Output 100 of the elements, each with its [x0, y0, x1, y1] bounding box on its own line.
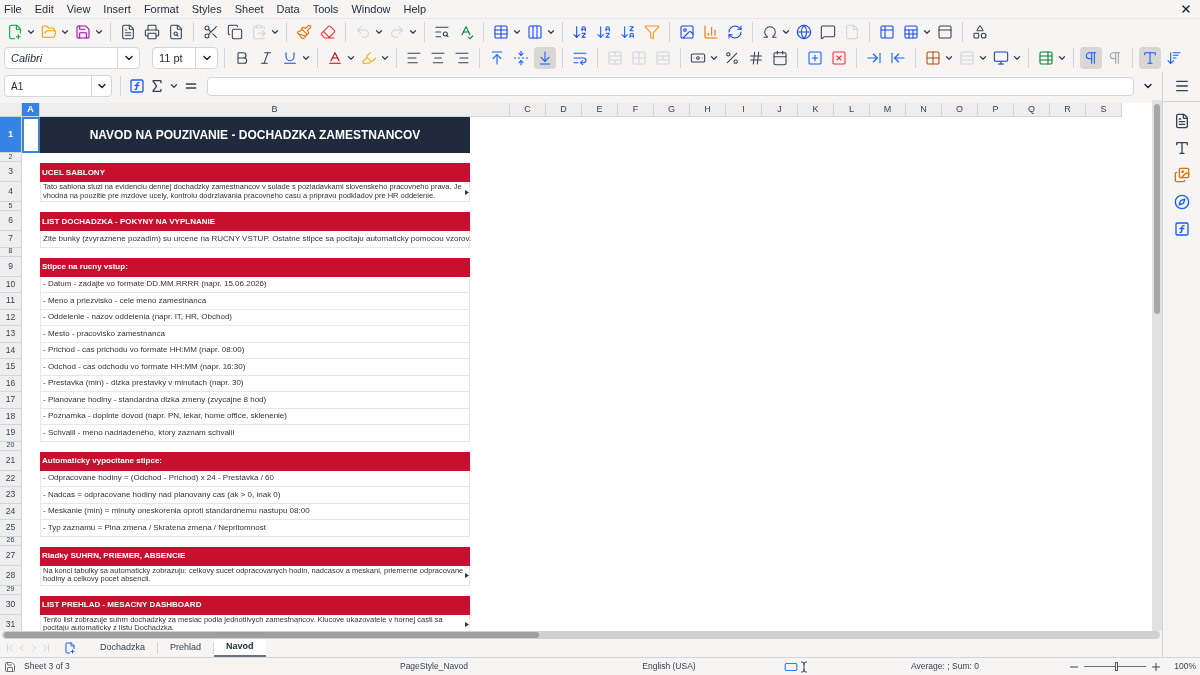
vertical-scrollbar[interactable]	[1152, 100, 1162, 631]
zoom-in-icon[interactable]	[1150, 660, 1163, 673]
row-header[interactable]: 30	[0, 594, 22, 615]
column-header[interactable]: B	[40, 103, 510, 117]
row-header[interactable]: 28	[0, 565, 22, 586]
row-header[interactable]: 6	[0, 211, 22, 231]
row-header[interactable]: 1	[0, 117, 22, 153]
font-size-field[interactable]: 11 pt	[152, 47, 218, 69]
menu-item[interactable]: Styles	[191, 0, 222, 18]
table-cell: - Planovane hodiny - standardna dlzka zmeny (zvycajne 8 hod)	[40, 392, 470, 409]
horizontal-scrollbar[interactable]	[2, 631, 1160, 639]
menu-item[interactable]: View	[66, 0, 91, 18]
pilcrow-icon[interactable]	[1080, 47, 1102, 69]
table-cell: - Schvalil - meno nadriadeného, ktory zaznam schvalil	[40, 425, 470, 442]
column-header[interactable]: H	[690, 103, 726, 117]
section-header-cell: Stlpce na rucny vstup:	[40, 256, 470, 277]
section-header-cell: Riadky SUHRN, PRIEMER, ABSENCIE	[40, 545, 470, 566]
sigma-icon[interactable]	[149, 78, 165, 94]
menu-item[interactable]: Window	[351, 0, 391, 18]
align-bottom-icon[interactable]	[534, 47, 556, 69]
caret-icon[interactable]	[301, 53, 311, 63]
scrollbar-thumb[interactable]	[1154, 104, 1160, 314]
row-header[interactable]: 9	[0, 256, 22, 277]
column-header[interactable]: S	[1086, 103, 1122, 117]
row-header[interactable]: 17	[0, 392, 22, 409]
section-header-cell: LIST DOCHADZKA - POKYNY NA VYPLNANIE	[40, 211, 470, 231]
column-header[interactable]: Q	[1014, 103, 1050, 117]
column-header[interactable]: J	[762, 103, 798, 117]
name-box[interactable]: A1	[4, 75, 112, 97]
sum-display: Average: ; Sum: 0	[910, 660, 980, 673]
table-cell: - Mesto - pracovisko zamestnanca	[40, 326, 470, 343]
table-cell: Zlte bunky (zvyraznene pozadim) su urcene na RUCNY VSTUP. Ostatne stlpce sa pocitaju automaticky pomocou vzorov.	[40, 231, 470, 248]
column-header[interactable]: C	[510, 103, 546, 117]
caret-icon[interactable]	[978, 53, 988, 63]
section-header-cell: LIST PREHLAD - MESACNY DASHBOARD	[40, 594, 470, 615]
sheet-tab[interactable]: Navod	[214, 639, 266, 657]
column-header[interactable]: R	[1050, 103, 1086, 117]
column-header[interactable]: N	[906, 103, 942, 117]
column-header[interactable]: E	[582, 103, 618, 117]
close-icon[interactable]	[1180, 3, 1192, 15]
caret-icon[interactable]	[1012, 53, 1022, 63]
zoom-thumb[interactable]	[1115, 662, 1119, 671]
functions-icon[interactable]	[1173, 221, 1190, 237]
table-cell: - Meno a priezvisko - cele meno zamestnanca	[40, 293, 470, 310]
section-header-cell: Automaticky vypocitane stlpce:	[40, 450, 470, 471]
zoom-percent: 100%	[1174, 660, 1196, 673]
column-header[interactable]: M	[870, 103, 906, 117]
function-wizard-icon[interactable]	[129, 78, 145, 94]
row-header[interactable]: 21	[0, 450, 22, 471]
menu-item[interactable]: Data	[276, 0, 300, 18]
text-direction-icon[interactable]	[1139, 47, 1161, 69]
row-header[interactable]: 19	[0, 425, 22, 442]
column-header[interactable]: L	[834, 103, 870, 117]
formula-input[interactable]	[207, 76, 1134, 96]
styles-icon[interactable]	[1173, 140, 1190, 156]
page-style: PageStyle_Navod	[398, 660, 469, 673]
column-header[interactable]: P	[978, 103, 1014, 117]
font-name-field[interactable]: Calibri	[4, 47, 140, 69]
caret-icon[interactable]	[380, 53, 390, 63]
sheet-tab[interactable]: Dochadzka	[88, 639, 158, 657]
properties-icon[interactable]	[1173, 113, 1190, 129]
menu-item[interactable]: File	[4, 0, 22, 18]
row-header[interactable]: 3	[0, 162, 22, 182]
caret-icon[interactable]	[169, 81, 179, 91]
table-cell: - Odchod - cas odchodu vo formate HH:MM (napr. 16:30)	[40, 359, 470, 376]
menu-icon[interactable]	[1173, 78, 1190, 94]
caret-icon[interactable]	[944, 53, 954, 63]
menu-item[interactable]: Insert	[103, 0, 131, 18]
caret-icon[interactable]	[1057, 53, 1067, 63]
column-header[interactable]: D	[546, 103, 582, 117]
language: English (USA)	[641, 660, 697, 673]
menu-item[interactable]: Help	[403, 0, 427, 18]
menu-item[interactable]: Sheet	[234, 0, 264, 18]
table-cell: - Poznamka - doplnte dovod (napr. PN, lekar, home office, sklenenie)	[40, 408, 470, 425]
row-header[interactable]: 25	[0, 520, 22, 537]
table-cell: - Meskanie (min) = minuty oneskorenia oproti standardnemu nastupu 08:00	[40, 503, 470, 520]
menu-item[interactable]: Tools	[312, 0, 339, 18]
add-sheet-icon[interactable]	[64, 642, 76, 654]
row-header[interactable]: 4	[0, 182, 22, 202]
row-header[interactable]: 7	[0, 231, 22, 248]
caret-icon[interactable]	[346, 53, 356, 63]
column-header[interactable]: O	[942, 103, 978, 117]
menu-item[interactable]: Edit	[34, 0, 54, 18]
gallery-icon[interactable]	[1173, 167, 1190, 183]
row-header[interactable]: 27	[0, 545, 22, 566]
save-status-icon	[4, 660, 16, 673]
scrollbar-thumb[interactable]	[4, 632, 539, 638]
row-header[interactable]: 15	[0, 359, 22, 376]
row-header[interactable]: 11	[0, 293, 22, 310]
navigator-icon[interactable]	[1173, 194, 1190, 210]
row-header[interactable]: 13	[0, 326, 22, 343]
column-header[interactable]: G	[654, 103, 690, 117]
caret-icon[interactable]	[709, 53, 719, 63]
row-header[interactable]: 23	[0, 487, 22, 504]
menu-item[interactable]: Format	[143, 0, 179, 18]
column-header[interactable]: F	[618, 103, 654, 117]
sheet-tab[interactable]: Prehlad	[158, 639, 214, 657]
column-header[interactable]: K	[798, 103, 834, 117]
column-header[interactable]: I	[726, 103, 762, 117]
column-header[interactable]: A	[22, 103, 40, 117]
